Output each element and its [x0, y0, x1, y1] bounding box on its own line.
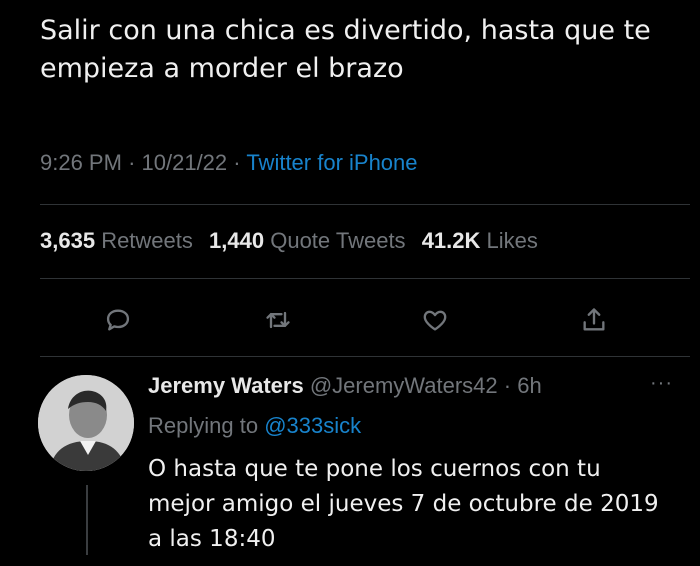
meta-separator: ·	[128, 150, 136, 175]
retweets-label: Retweets	[101, 228, 193, 253]
more-options-icon[interactable]: ···	[650, 372, 673, 395]
retweet-icon	[266, 311, 290, 329]
likes-stat[interactable]: 41.2K Likes	[422, 228, 538, 253]
reply-author-handle[interactable]: @JeremyWaters42	[310, 373, 498, 398]
tweet-date[interactable]: 10/21/22	[142, 150, 228, 175]
tweet-timestamp-line: 9:26 PM · 10/21/22 · Twitter for iPhone	[40, 150, 418, 176]
avatar[interactable]	[38, 375, 134, 471]
reply-header: Jeremy Waters @JeremyWaters42 · 6h	[148, 373, 542, 399]
share-button[interactable]	[574, 300, 614, 340]
divider	[40, 278, 690, 279]
retweets-count: 3,635	[40, 228, 96, 253]
thread-connector-line	[86, 485, 88, 555]
like-button[interactable]	[415, 300, 455, 340]
tweet-time[interactable]: 9:26 PM	[40, 150, 122, 175]
reply-button[interactable]	[98, 300, 138, 340]
tweet-action-bar	[0, 300, 700, 340]
divider	[40, 356, 690, 357]
divider	[40, 204, 690, 205]
reply-icon	[106, 309, 130, 331]
share-icon	[583, 308, 605, 331]
retweets-stat[interactable]: 3,635 Retweets	[40, 228, 199, 253]
quotes-count: 1,440	[209, 228, 265, 253]
replying-to-handle[interactable]: @333sick	[264, 413, 361, 438]
heart-icon	[423, 310, 447, 331]
tweet-stats: 3,635 Retweets 1,440 Quote Tweets 41.2K …	[40, 228, 548, 254]
replying-to-line: Replying to @333sick	[148, 413, 361, 439]
replying-to-label: Replying to	[148, 413, 259, 438]
tweet-source-link[interactable]: Twitter for iPhone	[246, 150, 417, 175]
meta-separator: ·	[233, 150, 241, 175]
quote-tweets-stat[interactable]: 1,440 Quote Tweets	[209, 228, 412, 253]
likes-label: Likes	[486, 228, 538, 253]
avatar-photo	[38, 375, 134, 471]
reply-text: O hasta que te pone los cuernos con tu m…	[148, 456, 659, 552]
quotes-label: Quote Tweets	[270, 228, 406, 253]
meme-caption: Salir con una chica es divertido, hasta …	[40, 15, 651, 84]
retweet-button[interactable]	[258, 300, 298, 340]
reply-author-name[interactable]: Jeremy Waters	[148, 373, 304, 398]
likes-count: 41.2K	[421, 228, 481, 253]
reply-age[interactable]: 6h	[517, 373, 541, 398]
meta-separator: ·	[503, 373, 512, 398]
